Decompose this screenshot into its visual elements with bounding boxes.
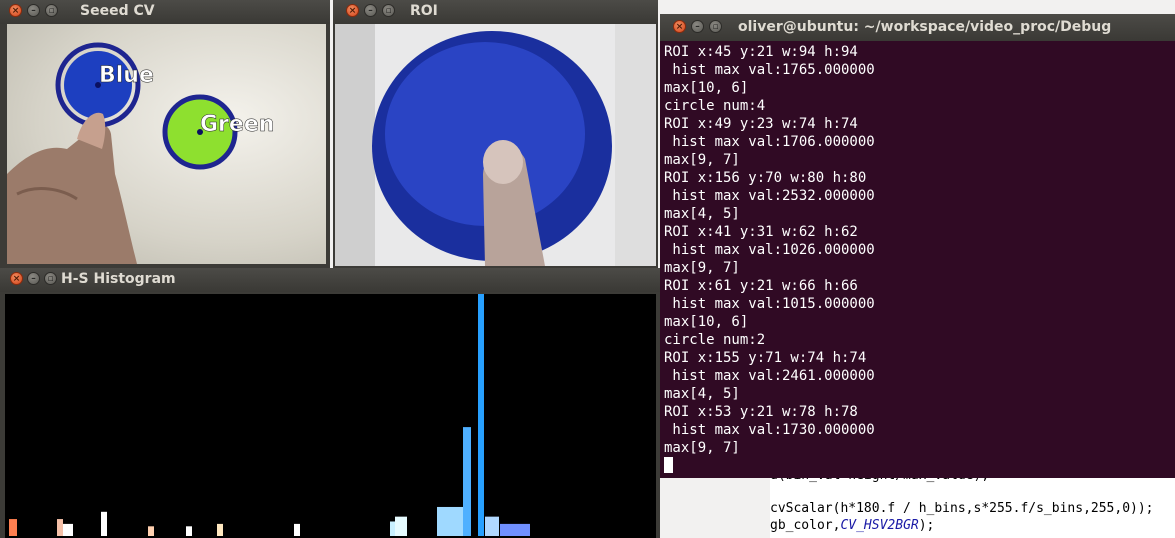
terminal-line: max[9, 7] — [664, 440, 740, 456]
maximize-icon[interactable]: ▫ — [382, 4, 395, 17]
code-editor-background: d(bin_val*height/max_value); cvScalar(h*… — [770, 468, 1175, 538]
terminal-line: max[4, 5] — [664, 386, 740, 402]
camera-image: Blue Green — [7, 42, 275, 264]
histogram-bar — [294, 523, 300, 536]
terminal-line: max[10, 6] — [664, 314, 749, 330]
window-title: oliver@ubuntu: ~/workspace/video_proc/De… — [738, 19, 1112, 35]
minimize-icon[interactable]: – — [691, 20, 704, 33]
terminal-prompt-line — [664, 457, 1175, 475]
terminal-line: hist max val:2461.000000 — [664, 368, 875, 384]
terminal-line: hist max val:2532.000000 — [664, 188, 875, 204]
terminal-line: hist max val:1026.000000 — [664, 242, 875, 258]
terminal-line: max[10, 6] — [664, 80, 749, 96]
histogram-bar — [186, 526, 192, 536]
terminal-line: hist max val:1730.000000 — [664, 422, 875, 438]
close-icon[interactable]: × — [9, 4, 22, 17]
terminal-line: circle num:2 — [664, 332, 766, 348]
histogram-bar — [485, 516, 499, 536]
histogram-bar — [148, 526, 154, 536]
histogram-bars — [9, 294, 530, 536]
close-icon[interactable]: × — [10, 272, 23, 285]
maximize-icon[interactable]: ▫ — [44, 272, 57, 285]
camera-frame: Blue Green — [7, 24, 326, 264]
maximize-icon[interactable]: ▫ — [709, 20, 722, 33]
close-icon[interactable]: × — [673, 20, 686, 33]
terminal-line: hist max val:1706.000000 — [664, 134, 875, 150]
roi-right-bg — [615, 24, 656, 266]
close-icon[interactable]: × — [346, 4, 359, 17]
histogram-bar — [500, 523, 530, 536]
terminal-line: hist max val:1765.000000 — [664, 62, 875, 78]
histogram-bar — [217, 523, 223, 536]
histogram-bar — [9, 519, 17, 536]
terminal-line: max[9, 7] — [664, 260, 740, 276]
titlebar[interactable]: × – ▫ ROI — [333, 0, 658, 24]
code-line: gb_color,CV_HSV2BGR); — [770, 518, 935, 533]
terminal-cursor — [664, 457, 673, 473]
titlebar[interactable]: × – ▫ H-S Histogram — [0, 268, 660, 292]
window-title: H-S Histogram — [61, 271, 176, 287]
terminal-line: circle num:4 — [664, 98, 766, 114]
roi-frame — [335, 24, 656, 266]
minimize-icon[interactable]: – — [27, 4, 40, 17]
minimize-icon[interactable]: – — [364, 4, 377, 17]
green-label: Green — [200, 112, 274, 137]
roi-finger-tip — [483, 140, 523, 184]
terminal-line: ROI x:45 y:21 w:94 h:94 — [664, 44, 858, 60]
terminal-line: ROI x:156 y:70 w:80 h:80 — [664, 170, 867, 186]
maximize-icon[interactable]: ▫ — [45, 4, 58, 17]
terminal-line: ROI x:61 y:21 w:66 h:66 — [664, 278, 858, 294]
terminal-line: ROI x:155 y:71 w:74 h:74 — [664, 350, 867, 366]
terminal-line: hist max val:1015.000000 — [664, 296, 875, 312]
window-title: ROI — [410, 3, 438, 19]
window-title: Seeed CV — [80, 3, 155, 19]
blue-label: Blue — [99, 63, 154, 88]
code-line: cvScalar(h*180.f / h_bins,s*255.f/s_bins… — [770, 501, 1154, 516]
terminal-output[interactable]: ROI x:45 y:21 w:94 h:94 hist max val:176… — [664, 43, 1175, 478]
roi-image — [335, 24, 656, 266]
histogram-bar — [463, 427, 471, 536]
histogram-bar — [395, 516, 407, 536]
histogram-window: × – ▫ H-S Histogram — [0, 268, 660, 538]
histogram-bar — [63, 523, 73, 536]
terminal-window: × – ▫ oliver@ubuntu: ~/workspace/video_p… — [660, 14, 1175, 478]
terminal-line: max[9, 7] — [664, 152, 740, 168]
terminal-line: max[4, 5] — [664, 206, 740, 222]
histogram-canvas — [5, 294, 656, 538]
titlebar[interactable]: × – ▫ Seeed CV — [0, 0, 330, 24]
histogram-bar — [478, 294, 484, 536]
histogram-bar — [437, 506, 463, 536]
seeed-cv-window: × – ▫ Seeed CV Blue Green — [0, 0, 330, 268]
titlebar[interactable]: × – ▫ oliver@ubuntu: ~/workspace/video_p… — [660, 14, 1175, 41]
roi-window: × – ▫ ROI — [333, 0, 658, 268]
roi-left-bg — [335, 24, 375, 266]
terminal-line: ROI x:53 y:21 w:78 h:78 — [664, 404, 858, 420]
minimize-icon[interactable]: – — [27, 272, 40, 285]
terminal-line: ROI x:49 y:23 w:74 h:74 — [664, 116, 858, 132]
terminal-line: ROI x:41 y:31 w:62 h:62 — [664, 224, 858, 240]
histogram-bar — [101, 511, 107, 536]
histogram-bar — [57, 519, 63, 536]
